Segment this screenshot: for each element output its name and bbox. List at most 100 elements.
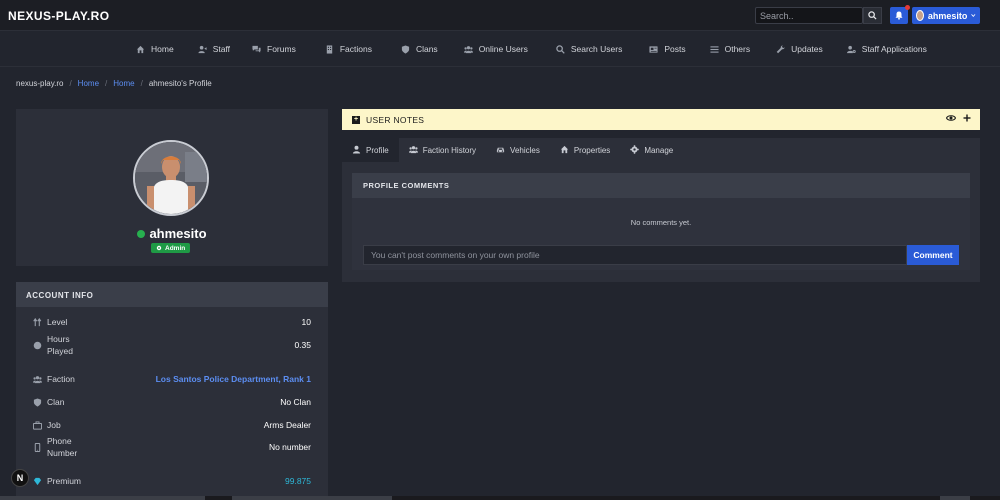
nav-item-label: Staff — [212, 44, 231, 54]
tab-profile[interactable]: Profile — [342, 138, 399, 162]
user-menu-button[interactable]: ahmesito — [912, 7, 980, 24]
bottom-taskbar — [0, 496, 1000, 500]
top-bar: NEXUS-PLAY.RO ahmesito — [0, 0, 1000, 31]
account-row-icon — [33, 341, 42, 350]
nav-icon-wrap — [198, 45, 207, 54]
user-icon — [352, 145, 361, 154]
newspaper-icon — [649, 45, 658, 53]
account-row-value: 0.35 — [294, 340, 311, 350]
account-row-icon — [33, 477, 42, 486]
profile-comments-title: PROFILE COMMENTS — [352, 173, 970, 198]
nav-item-staff-applications[interactable]: Staff Applications — [846, 44, 927, 54]
breadcrumb-home-link[interactable]: Home — [78, 79, 99, 88]
user-menu-name: ahmesito — [927, 10, 968, 21]
user-avatar — [916, 10, 924, 21]
nav-icon-wrap — [463, 45, 473, 54]
profile-username: ahmesito — [149, 226, 207, 241]
nav-item-label: Online Users — [478, 44, 528, 54]
breadcrumb-home-link[interactable]: Home — [113, 79, 134, 88]
comments-icon — [252, 45, 261, 53]
nav-item-label: Clans — [415, 44, 438, 54]
tab-label: Vehicles — [510, 145, 540, 155]
account-row-label: Faction — [47, 374, 75, 384]
bell-icon — [895, 11, 903, 20]
nav-item-staff[interactable]: Staff — [198, 44, 230, 54]
nav-icon-wrap — [846, 45, 856, 54]
tab-properties[interactable]: Properties — [550, 138, 620, 162]
floating-n-badge[interactable]: N — [11, 469, 29, 487]
profile-avatar — [133, 140, 209, 216]
search-icon — [556, 44, 565, 54]
shield-icon — [401, 44, 410, 54]
nav-item-label: Posts — [664, 44, 686, 54]
tab-icon-wrap — [408, 145, 418, 156]
clock-icon — [33, 341, 42, 349]
tab-label: Profile — [366, 145, 389, 155]
plus-icon[interactable] — [963, 114, 971, 122]
account-row-label: Hours Played — [47, 334, 73, 356]
breadcrumb-current: ahmesito's Profile — [148, 79, 212, 88]
comment-button[interactable]: Comment — [907, 245, 959, 265]
level-icon — [33, 317, 42, 326]
user-notes-bar[interactable]: + USER NOTES — [342, 109, 980, 130]
taskbar-segment — [232, 496, 392, 500]
nav-icon-wrap — [776, 44, 785, 54]
nav-item-updates[interactable]: Updates — [776, 44, 823, 54]
nav-item-others[interactable]: Others — [710, 44, 750, 54]
account-row-value[interactable]: Los Santos Police Department, Rank 1 — [156, 374, 311, 384]
search-input[interactable] — [755, 7, 863, 24]
account-info-card: ACCOUNT INFO Level 10 Hours Played 0.35 Fact… — [16, 282, 328, 500]
nav-item-label: Home — [151, 44, 174, 54]
nav-item-search-users[interactable]: Search Users — [556, 44, 622, 54]
breadcrumb-separator: / — [105, 79, 108, 88]
account-info-title: ACCOUNT INFO — [16, 282, 328, 307]
nav-item-label: Forums — [267, 44, 296, 54]
gear-icon — [630, 144, 640, 154]
home-icon — [136, 45, 145, 53]
nav-item-clans[interactable]: Clans — [401, 44, 438, 54]
car-icon — [496, 147, 505, 152]
tab-icon-wrap — [352, 145, 361, 156]
chevron-down-icon — [971, 14, 976, 17]
account-row-icon — [33, 397, 42, 407]
notifications-button[interactable] — [890, 5, 910, 24]
account-row-value: No number — [268, 442, 311, 452]
list-icon — [710, 45, 719, 53]
nav-item-forums[interactable]: Forums — [252, 44, 296, 54]
comment-input[interactable] — [363, 245, 907, 265]
tab-faction-history[interactable]: Faction History — [399, 138, 486, 162]
breadcrumb: nexus-play.ro / Home / Home / ahmesito's… — [16, 79, 212, 88]
tab-vehicles[interactable]: Vehicles — [486, 138, 550, 162]
users-icon — [33, 375, 42, 383]
eye-icon[interactable] — [946, 114, 956, 122]
account-row-value: No Clan — [280, 397, 311, 407]
account-row-value: 99.875 — [285, 476, 311, 486]
briefcase-icon — [33, 420, 42, 430]
nav-icon-wrap — [556, 44, 565, 54]
nav-icon-wrap — [401, 44, 410, 54]
nav-item-home[interactable]: Home — [136, 44, 174, 54]
nav-item-online-users[interactable]: Online Users — [463, 44, 528, 54]
search-button[interactable] — [863, 7, 882, 24]
taskbar-segment — [0, 496, 205, 500]
profile-comments-body: No comments yet. Comment — [352, 198, 970, 270]
tab-label: Faction History — [422, 145, 477, 155]
breadcrumb-site[interactable]: nexus-play.ro — [16, 79, 63, 88]
nav-item-posts[interactable]: Posts — [649, 44, 686, 54]
account-row-icon — [33, 442, 42, 452]
role-badge: Admin — [151, 243, 191, 253]
account-row-label: Phone Number — [47, 436, 78, 458]
role-badge-label: Admin — [165, 244, 186, 252]
nav-item-factions[interactable]: Factions — [325, 44, 372, 54]
account-row-icon — [33, 375, 42, 384]
main-nav: Home Staff Forums Factions Clans Online Users… — [0, 32, 1000, 67]
tab-icon-wrap — [560, 145, 569, 156]
nav-icon-wrap — [252, 45, 261, 54]
tab-label: Properties — [573, 145, 611, 155]
tab-manage[interactable]: Manage — [620, 138, 683, 162]
diamond-icon — [33, 477, 42, 485]
site-brand[interactable]: NEXUS-PLAY.RO — [8, 9, 109, 23]
nav-icon-wrap — [325, 44, 334, 54]
profile-tab-panel: PROFILE COMMENTS No comments yet. Commen… — [342, 162, 980, 282]
home-icon — [560, 145, 568, 153]
